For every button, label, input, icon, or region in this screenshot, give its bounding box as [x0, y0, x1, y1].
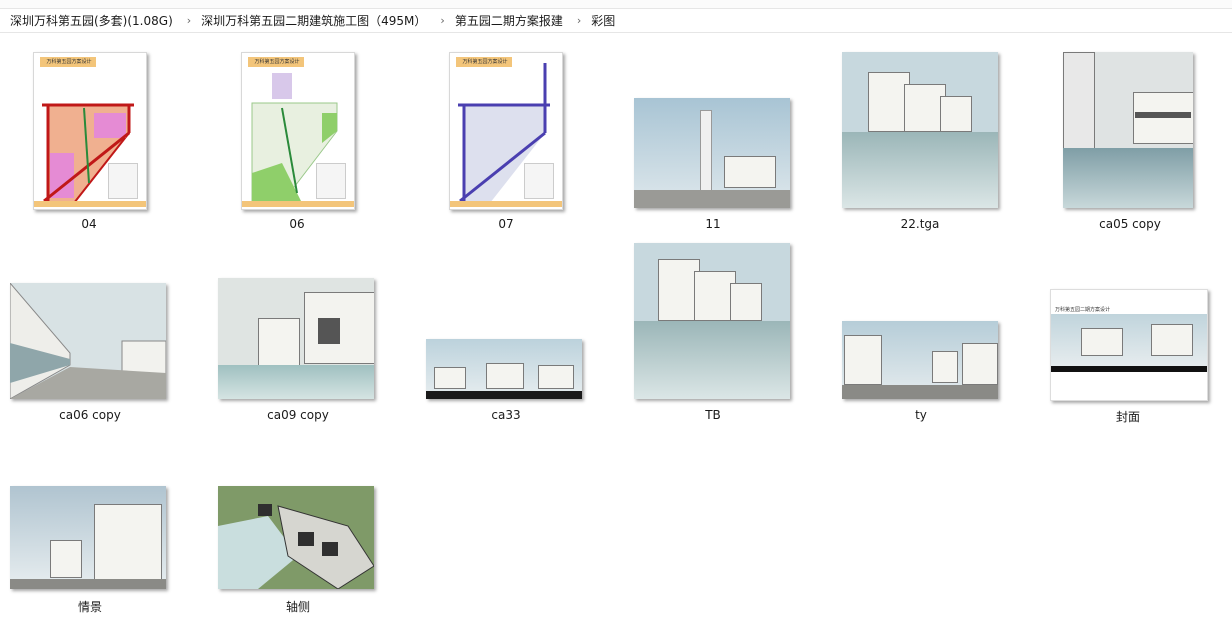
cover-band — [1051, 366, 1207, 372]
file-thumbnail[interactable]: 万科第五园方案设计 — [33, 52, 147, 210]
building-shape — [258, 318, 300, 370]
ground-shape — [10, 579, 166, 589]
file-name[interactable]: 07 — [498, 217, 513, 231]
plan-legend — [316, 163, 346, 199]
file-thumbnail[interactable]: 万科第五园方案设计 — [241, 52, 355, 210]
building-shape — [844, 335, 882, 385]
file-thumbnail[interactable] — [10, 486, 166, 589]
water-reflection — [842, 132, 998, 208]
file-name[interactable]: 22.tga — [901, 217, 940, 231]
file-thumbnail[interactable] — [10, 283, 166, 399]
building-shape — [1133, 92, 1193, 144]
water-reflection — [634, 321, 790, 399]
file-name[interactable]: ty — [915, 408, 927, 422]
file-thumbnail[interactable] — [634, 98, 790, 208]
chevron-right-icon[interactable]: › — [426, 14, 444, 27]
file-thumbnail[interactable] — [842, 321, 998, 399]
window-shape — [318, 318, 340, 344]
file-name[interactable]: ca33 — [491, 408, 520, 422]
file-thumbnail[interactable] — [634, 243, 790, 399]
breadcrumb: 深圳万科第五园(多套)(1.08G) › 深圳万科第五园二期建筑施工图（495M… — [0, 8, 1232, 33]
building-shape — [1151, 324, 1193, 356]
file-thumbnail[interactable] — [218, 486, 374, 589]
ground-band — [426, 391, 582, 399]
road-shape — [842, 385, 998, 399]
breadcrumb-item-drawings[interactable]: 深圳万科第五园二期建筑施工图（495M） — [191, 12, 426, 29]
building-shape — [94, 504, 162, 582]
cover-render — [1051, 314, 1207, 366]
breadcrumb-item-scheme[interactable]: 第五园二期方案报建 — [445, 12, 563, 29]
file-thumbnail[interactable] — [426, 339, 582, 399]
plaza-image — [10, 283, 166, 399]
file-thumbnail[interactable]: 万科第五园方案设计 — [449, 52, 563, 210]
pool-water — [218, 365, 374, 399]
file-thumbnail[interactable]: 万科第五园二期方案设计 — [1050, 289, 1208, 401]
file-name[interactable]: 06 — [289, 217, 304, 231]
file-name[interactable]: 11 — [705, 217, 720, 231]
axonometric-image — [218, 504, 374, 589]
ground-shape — [634, 190, 790, 208]
window-band — [1135, 112, 1191, 118]
file-thumbnail[interactable] — [1063, 52, 1193, 208]
building-shape — [730, 283, 762, 321]
water-reflection — [1063, 148, 1193, 208]
file-name[interactable]: ca05 copy — [1099, 217, 1161, 231]
breadcrumb-item-root[interactable]: 深圳万科第五园(多套)(1.08G) — [0, 12, 173, 29]
file-name[interactable]: 情景 — [78, 598, 102, 615]
building-shape — [538, 365, 574, 389]
plan-footer — [242, 201, 354, 207]
building-shape — [724, 156, 776, 188]
plan-legend — [524, 163, 554, 199]
breadcrumb-item-current[interactable]: 彩图 — [581, 12, 615, 29]
plan-footer — [34, 201, 146, 207]
building-shape — [50, 540, 82, 578]
file-name[interactable]: ca09 copy — [267, 408, 329, 422]
tower-shape — [700, 110, 712, 202]
plan-legend — [108, 163, 138, 199]
building-shape — [434, 367, 466, 389]
cover-title: 万科第五园二期方案设计 — [1055, 307, 1111, 313]
building-shape — [932, 351, 958, 383]
file-name[interactable]: 封面 — [1116, 408, 1140, 425]
building-shape — [1081, 328, 1123, 356]
plan-footer — [450, 201, 562, 207]
file-name[interactable]: ca06 copy — [59, 408, 121, 422]
building-shape — [940, 96, 972, 132]
file-name[interactable]: TB — [705, 408, 721, 422]
file-name[interactable]: 04 — [81, 217, 96, 231]
file-thumbnail[interactable] — [842, 52, 998, 208]
building-shape — [962, 343, 998, 385]
file-thumbnail[interactable] — [218, 278, 374, 399]
chevron-right-icon[interactable]: › — [563, 14, 581, 27]
building-shape — [486, 363, 524, 389]
chevron-right-icon[interactable]: › — [173, 14, 191, 27]
file-name[interactable]: 轴侧 — [286, 598, 310, 615]
